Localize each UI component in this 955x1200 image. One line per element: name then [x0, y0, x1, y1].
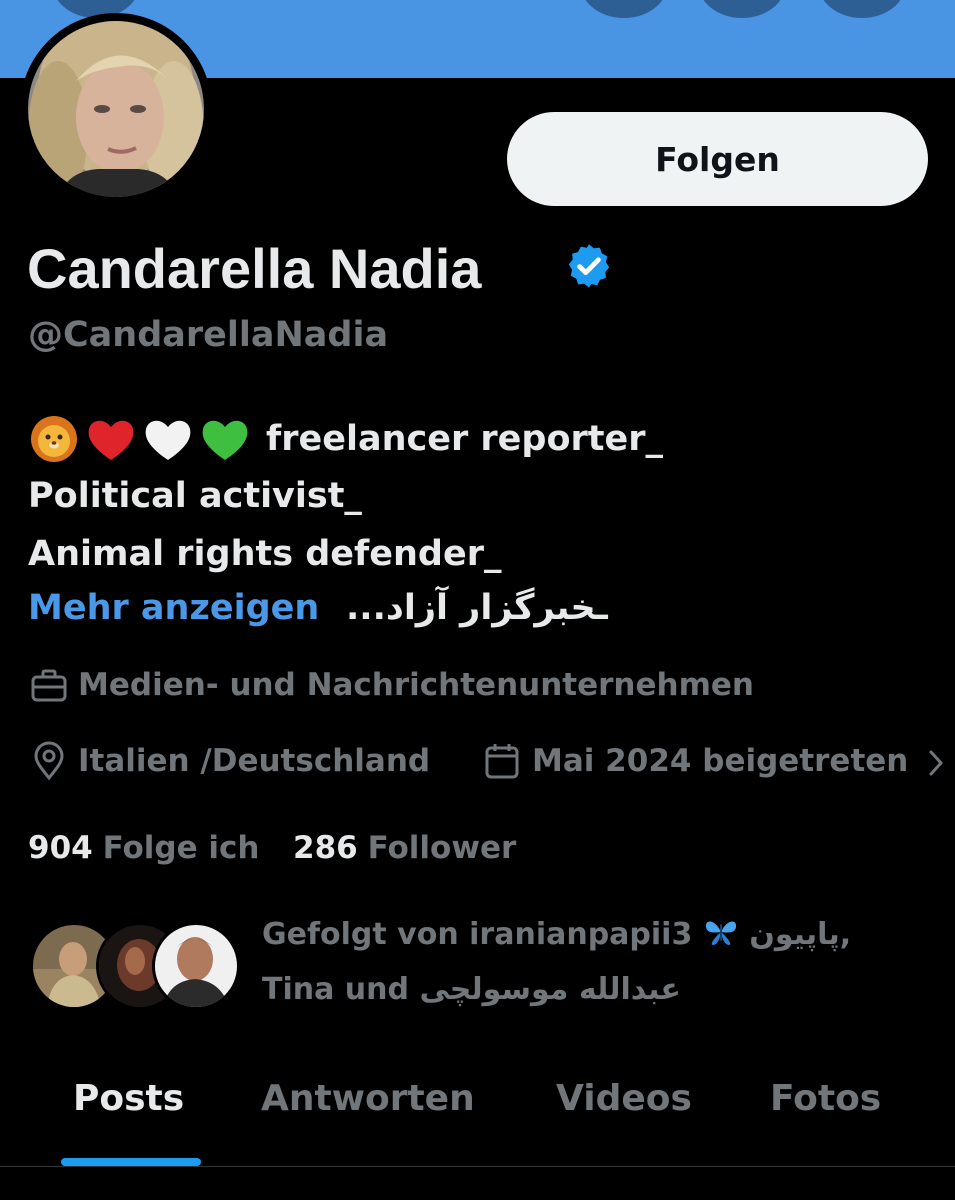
avatar-photo	[28, 21, 204, 197]
search-button[interactable]	[698, 0, 786, 18]
followed-by-line-1: Gefolgt von iranianpapii3 پاپیون,	[262, 917, 851, 952]
following-label: Folge ich	[102, 830, 260, 866]
followed-by-name-1[interactable]: پاپیون	[749, 917, 839, 952]
chevron-right-icon[interactable]	[926, 748, 946, 778]
more-options-button[interactable]	[818, 0, 906, 18]
following-count: 904	[28, 830, 93, 866]
followed-by-line-2: Tina und عبدالله موسولچی	[262, 972, 681, 1007]
avatar[interactable]	[28, 21, 204, 197]
bio-line-2: Political activist_	[28, 476, 362, 516]
follower-avatar-photo	[155, 925, 237, 1007]
active-tab-indicator	[61, 1158, 201, 1166]
followers-label: Follower	[367, 830, 517, 866]
tab-photos[interactable]: Fotos	[770, 1078, 881, 1119]
location-pin-icon	[34, 741, 64, 781]
bio-line-1: freelancer reporter_	[266, 419, 664, 459]
bio-persian-text: ـخبرگزار آزاد...	[346, 588, 608, 628]
butterfly-icon	[705, 921, 736, 945]
white-heart-icon	[145, 420, 191, 460]
notifications-button[interactable]	[580, 0, 668, 18]
follower-avatar[interactable]	[152, 922, 240, 1010]
following-stat[interactable]: 904 Folge ich	[28, 830, 260, 866]
followers-stat[interactable]: 286 Follower	[293, 830, 516, 866]
bio-emojis	[28, 414, 251, 464]
tab-videos[interactable]: Videos	[556, 1078, 692, 1119]
briefcase-icon	[31, 669, 67, 702]
follow-button[interactable]: Folgen	[507, 112, 928, 206]
red-heart-icon	[88, 420, 134, 460]
show-more-link[interactable]: Mehr anzeigen	[28, 588, 319, 628]
followed-by-line2-prefix: Tina und	[262, 972, 409, 1007]
verified-badge-icon[interactable]	[565, 242, 613, 290]
profile-name: Candarella Nadia	[27, 237, 482, 300]
tab-posts[interactable]: Posts	[73, 1078, 184, 1119]
tab-replies[interactable]: Antworten	[261, 1078, 475, 1119]
followers-count: 286	[293, 830, 358, 866]
lion-face-icon	[31, 416, 77, 462]
followed-by-comma: ,	[839, 917, 852, 952]
bio-line-3: Animal rights defender_	[28, 534, 502, 574]
profile-location: Italien /Deutschland	[78, 743, 431, 779]
profile-joined-date: Mai 2024 beigetreten	[532, 743, 909, 779]
green-heart-icon	[202, 420, 248, 460]
followed-by-prefix: Gefolgt von iranianpapii3	[262, 917, 693, 952]
followed-by-name-2[interactable]: عبدالله موسولچی	[419, 972, 680, 1007]
profile-category: Medien- und Nachrichtenunternehmen	[78, 667, 754, 703]
profile-handle: @CandarellaNadia	[28, 315, 389, 355]
calendar-icon	[485, 744, 519, 779]
tabs-divider	[0, 1166, 955, 1167]
